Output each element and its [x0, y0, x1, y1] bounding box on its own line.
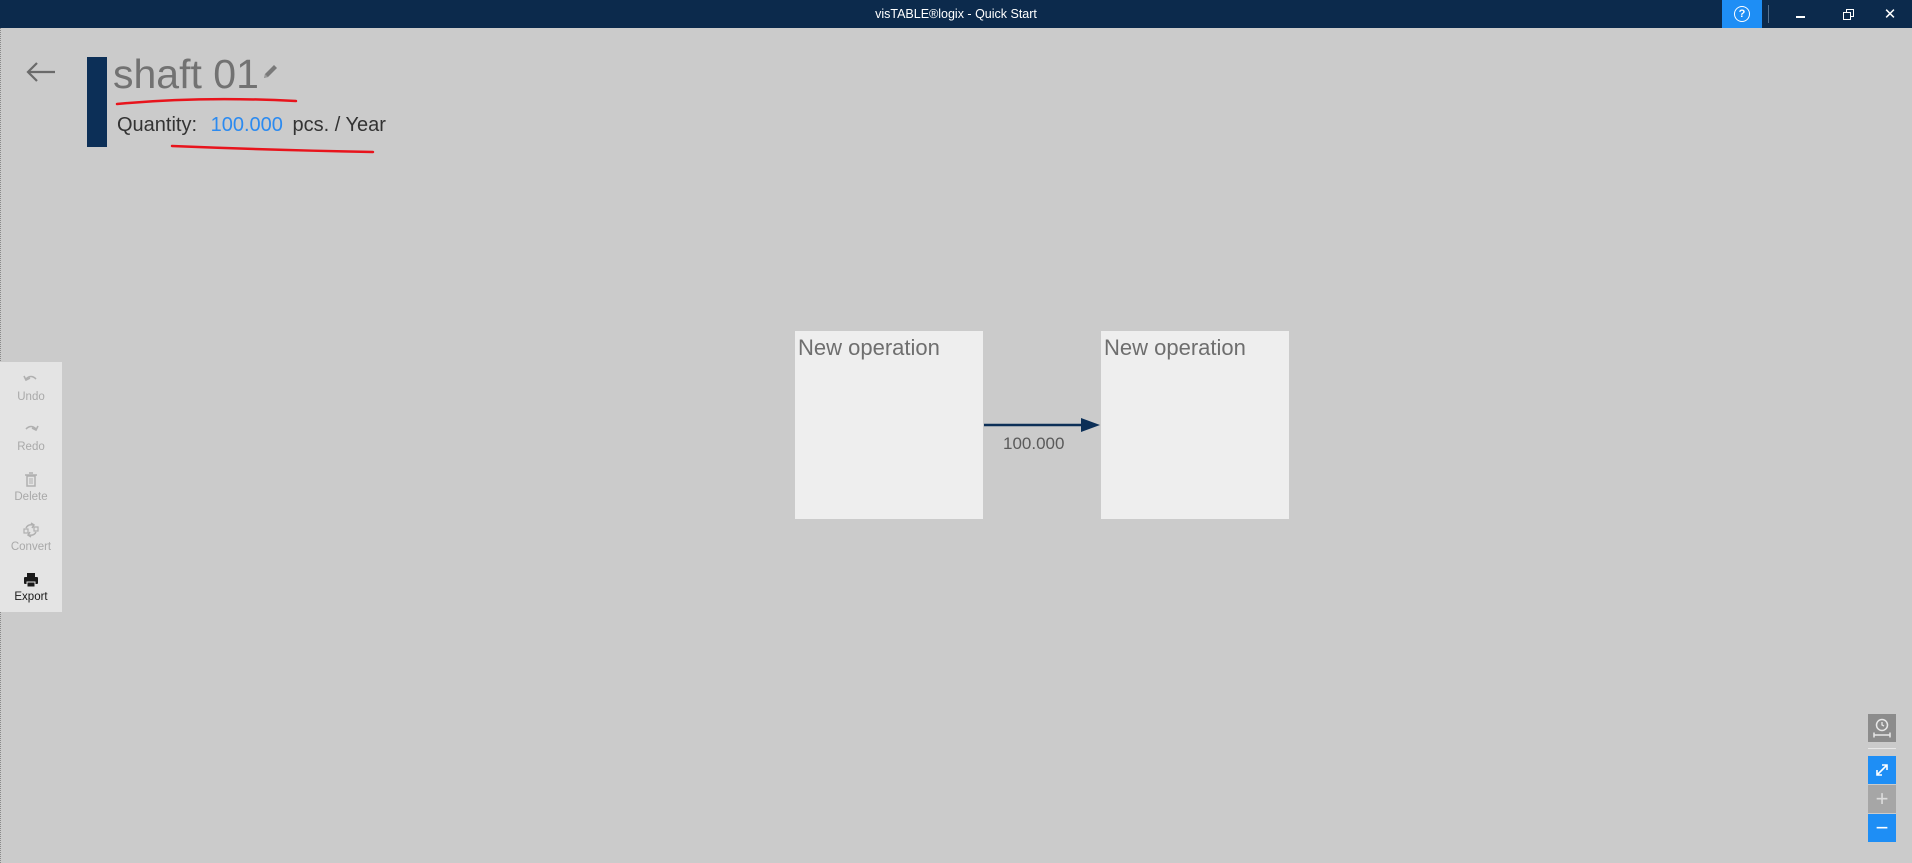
- close-icon: ✕: [1883, 5, 1897, 23]
- edit-pencil-icon[interactable]: [260, 62, 280, 82]
- undo-icon: [23, 375, 37, 382]
- export-button[interactable]: Export: [0, 562, 62, 612]
- material-flow-arrow[interactable]: [983, 415, 1101, 435]
- timeline-button[interactable]: [1868, 714, 1896, 742]
- quantity-underline: [170, 144, 375, 154]
- back-button[interactable]: [24, 58, 58, 86]
- operation-node[interactable]: New operation: [1101, 331, 1289, 519]
- restore-icon: [1843, 9, 1854, 20]
- quantity-unit: pcs. / Year: [292, 114, 386, 136]
- export-label: Export: [14, 591, 48, 603]
- operation-title: New operation: [1104, 335, 1246, 360]
- redo-icon: [25, 425, 39, 432]
- window-title: visTABLE®logix - Quick Start: [875, 7, 1037, 21]
- part-color-bar: [87, 57, 107, 147]
- quantity-row: Quantity: 100.000 pcs. / Year: [117, 114, 386, 137]
- printer-icon: [24, 573, 38, 588]
- operation-title: New operation: [798, 335, 940, 360]
- quantity-value[interactable]: 100.000: [211, 114, 283, 136]
- zoom-in-button[interactable]: +: [1868, 785, 1896, 813]
- trash-icon: [25, 472, 37, 487]
- plus-icon: +: [1875, 786, 1889, 811]
- help-button[interactable]: ?: [1722, 0, 1762, 28]
- minimize-button[interactable]: [1778, 0, 1822, 28]
- view-controls-divider: [1868, 748, 1896, 749]
- zoom-out-button[interactable]: −: [1868, 814, 1896, 842]
- convert-label: Convert: [10, 541, 52, 553]
- help-icon: ?: [1734, 6, 1750, 22]
- delete-label: Delete: [14, 491, 48, 503]
- quantity-label: Quantity:: [117, 114, 198, 136]
- close-button[interactable]: ✕: [1868, 0, 1912, 28]
- minus-icon: −: [1875, 815, 1889, 840]
- redo-label: Redo: [17, 441, 45, 453]
- expand-icon: [1876, 764, 1888, 776]
- operation-node[interactable]: New operation: [795, 331, 983, 519]
- convert-icon: [23, 522, 39, 538]
- part-title: shaft 01: [113, 51, 259, 97]
- clock-icon: [1873, 718, 1891, 738]
- restore-button[interactable]: [1826, 0, 1870, 28]
- minimize-icon: [1795, 16, 1805, 18]
- fit-to-screen-button[interactable]: [1868, 756, 1896, 784]
- redo-button[interactable]: Redo: [0, 412, 62, 462]
- title-bar: visTABLE®logix - Quick Start ? ✕: [0, 0, 1912, 28]
- titlebar-divider: [1768, 5, 1769, 23]
- undo-label: Undo: [17, 391, 45, 403]
- flow-quantity-label: 100.000: [1003, 434, 1065, 453]
- back-arrow-icon: [26, 62, 55, 82]
- undo-button[interactable]: Undo: [0, 362, 62, 412]
- convert-button[interactable]: Convert: [0, 512, 62, 562]
- delete-button[interactable]: Delete: [0, 462, 62, 512]
- edit-toolbar: Undo Redo Delete Convert Export: [0, 362, 62, 612]
